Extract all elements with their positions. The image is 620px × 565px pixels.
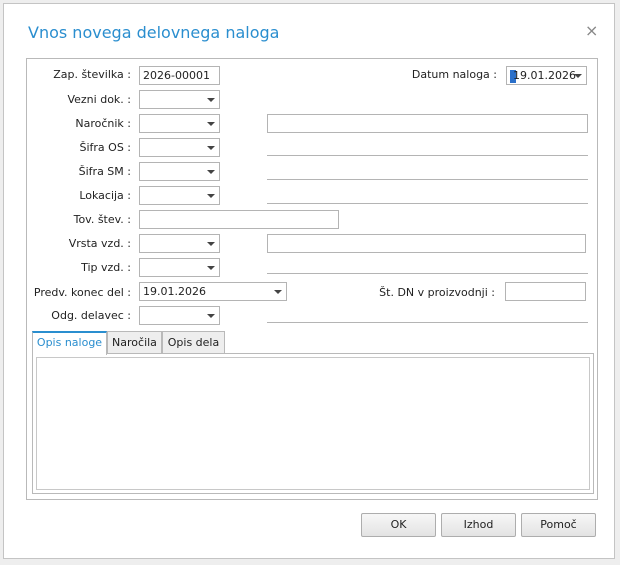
opis-naloge-textarea[interactable] (36, 357, 590, 490)
predv-konec-del-value: 19.01.2026 (143, 285, 206, 298)
pomoc-button[interactable]: Pomoč (521, 513, 596, 537)
vrsta-vzd-combo[interactable] (139, 234, 220, 253)
datum-naloga-value: 19.01.2026 (513, 69, 576, 82)
ok-button[interactable]: OK (361, 513, 436, 537)
narocnik-label: Naročnik : (75, 117, 131, 130)
tab-content-pane (32, 353, 594, 494)
chevron-down-icon[interactable] (274, 290, 282, 294)
st-dn-label: Št. DN v proizvodnji : (379, 286, 495, 299)
odg-delavec-description-line (267, 322, 588, 323)
tip-vzd-combo[interactable] (139, 258, 220, 277)
sifra-sm-combo[interactable] (139, 162, 220, 181)
narocnik-combo[interactable] (139, 114, 220, 133)
datum-naloga-label: Datum naloga : (411, 68, 497, 81)
tip-vzd-label: Tip vzd. : (81, 261, 131, 274)
lokacija-combo[interactable] (139, 186, 220, 205)
lokacija-label: Lokacija : (79, 189, 131, 202)
zap-stevilka-label: Zap. številka : (53, 68, 131, 81)
vrsta-vzd-label: Vrsta vzd. : (68, 237, 131, 250)
chevron-down-icon[interactable] (207, 98, 215, 102)
lokacija-description-line (267, 203, 588, 204)
chevron-down-icon[interactable] (207, 266, 215, 270)
izhod-button[interactable]: Izhod (441, 513, 516, 537)
chevron-down-icon[interactable] (207, 314, 215, 318)
tab-opis-naloge[interactable]: Opis naloge (32, 331, 107, 355)
chevron-down-icon[interactable] (207, 194, 215, 198)
sifra-sm-description-line (267, 179, 588, 180)
tov-stev-label: Tov. štev. : (73, 213, 131, 226)
chevron-down-icon[interactable] (207, 122, 215, 126)
chevron-down-icon[interactable] (574, 74, 582, 78)
odg-delavec-combo[interactable] (139, 306, 220, 325)
chevron-down-icon[interactable] (207, 170, 215, 174)
tov-stev-field[interactable] (139, 210, 339, 229)
st-dn-field[interactable] (505, 282, 586, 301)
dialog-title: Vnos novega delovnega naloga (28, 23, 280, 42)
sifra-os-combo[interactable] (139, 138, 220, 157)
zap-stevilka-field[interactable]: 2026-00001 (139, 66, 220, 85)
odg-delavec-label: Odg. delavec : (51, 309, 131, 322)
sifra-sm-label: Šifra SM : (78, 165, 131, 178)
chevron-down-icon[interactable] (207, 242, 215, 246)
narocnik-detail-field[interactable] (267, 114, 588, 133)
tab-opis-dela[interactable]: Opis dela (162, 331, 225, 354)
datum-naloga-field[interactable]: 19.01.2026 (506, 66, 587, 85)
sifra-os-description-line (267, 155, 588, 156)
predv-konec-del-label: Predv. konec del : (33, 286, 131, 299)
close-icon[interactable]: × (585, 21, 598, 40)
predv-konec-del-combo[interactable]: 19.01.2026 (139, 282, 287, 301)
vezni-dok-label: Vezni dok. : (67, 93, 131, 106)
chevron-down-icon[interactable] (207, 146, 215, 150)
tab-narocila[interactable]: Naročila (107, 331, 162, 354)
sifra-os-label: Šifra OS : (79, 141, 131, 154)
tip-vzd-description-line (267, 273, 588, 274)
vrsta-vzd-detail-field[interactable] (267, 234, 586, 253)
vezni-dok-combo[interactable] (139, 90, 220, 109)
